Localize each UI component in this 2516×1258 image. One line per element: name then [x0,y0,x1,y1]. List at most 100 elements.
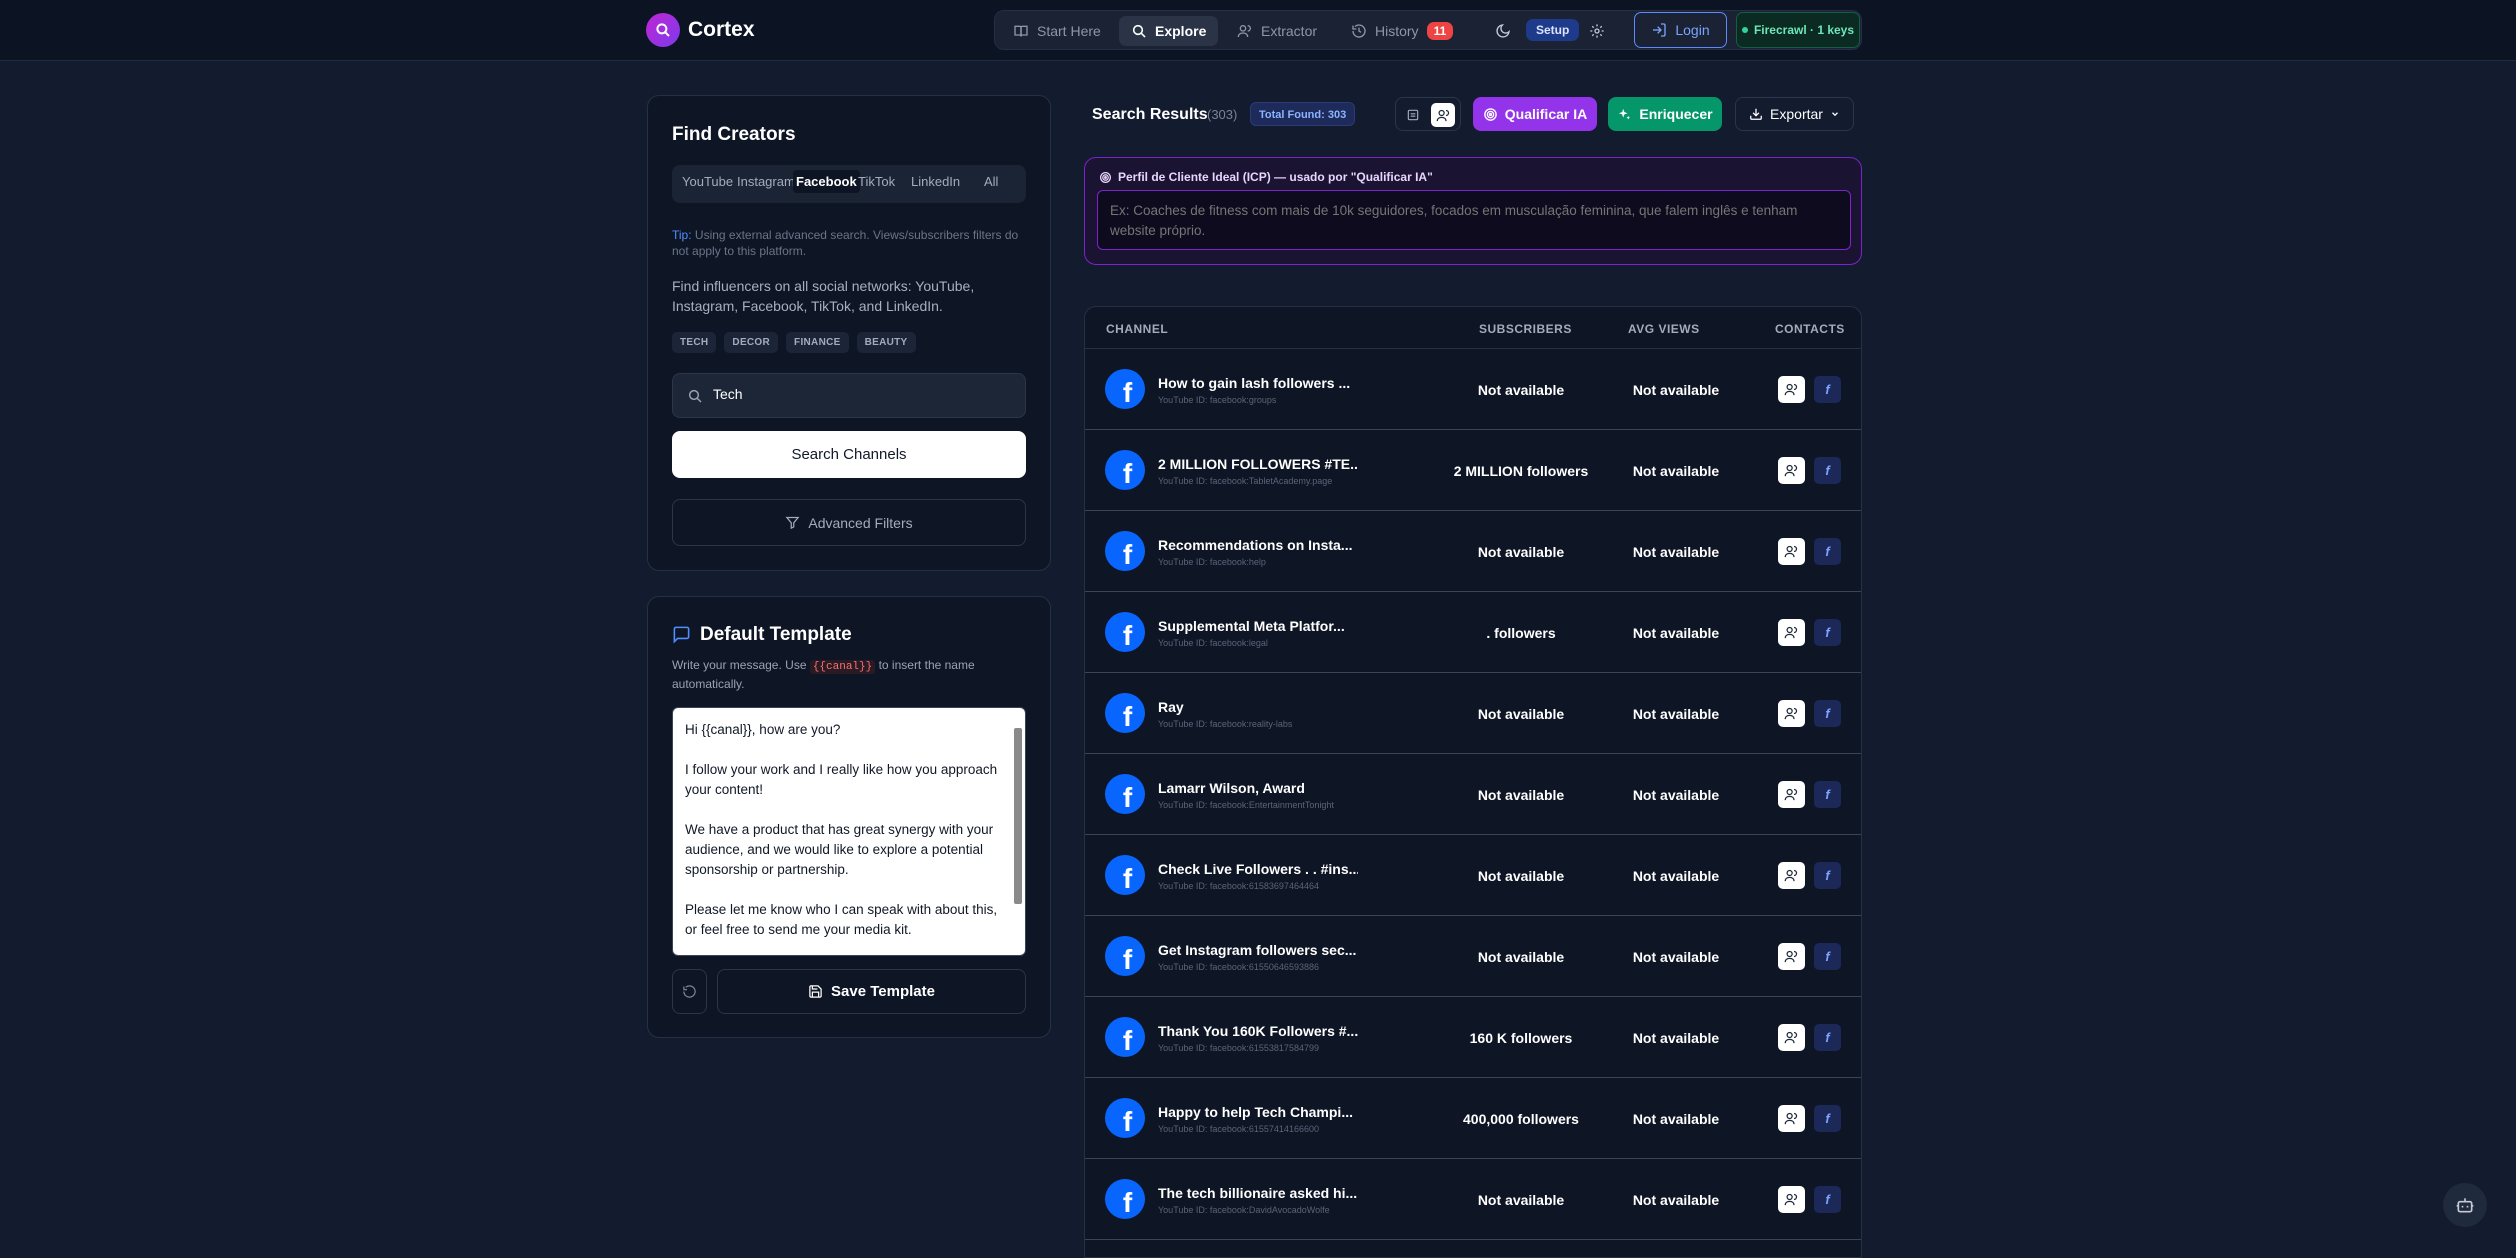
facebook-link-button[interactable]: f [1814,376,1841,403]
column-avg-views[interactable]: AVG VIEWS [1628,322,1700,336]
tag-beauty[interactable]: BEAUTY [856,332,916,353]
table-row[interactable]: f Recommendations on Insta... YouTube ID: … [1085,511,1861,592]
channel-name[interactable]: Get Instagram followers sec... [1158,942,1358,958]
tab-youtube[interactable]: YouTube [682,174,733,189]
users-icon [1784,1112,1798,1125]
results-title: Search Results [1092,106,1208,123]
channel-name[interactable]: The tech billionaire asked hi... [1158,1185,1358,1201]
channel-name[interactable]: Happy to help Tech Champi... [1158,1104,1358,1120]
search-channels-button[interactable]: Search Channels [672,431,1026,478]
column-channel[interactable]: CHANNEL [1106,322,1168,336]
tab-linkedin[interactable]: LinkedIn [911,174,960,189]
table-row[interactable]: f How to gain lash followers ... YouTube I… [1085,349,1861,430]
channel-id: YouTube ID: facebook:reality-labs [1158,719,1293,729]
table-row[interactable]: f Check Live Followers . . #ins... YouTube… [1085,835,1861,916]
facebook-link-button[interactable]: f [1814,619,1841,646]
app-logo[interactable]: Cortex [646,13,755,47]
facebook-link-button[interactable]: f [1814,781,1841,808]
template-title: Default Template [700,624,852,645]
facebook-link-button[interactable]: f [1814,862,1841,889]
channel-name[interactable]: Thank You 160K Followers #... [1158,1023,1358,1039]
facebook-link-button[interactable]: f [1814,1186,1841,1213]
contacts-button[interactable] [1778,457,1805,484]
tab-facebook[interactable]: Facebook [793,170,860,193]
template-textarea[interactable]: Hi {{canal}}, how are you? I follow your… [672,707,1026,956]
facebook-link-button[interactable]: f [1814,943,1841,970]
facebook-link-button[interactable]: f [1814,1105,1841,1132]
channel-name[interactable]: Supplemental Meta Platfor... [1158,618,1358,634]
export-button[interactable]: Exportar [1735,97,1854,131]
channel-name[interactable]: 2 MILLION FOLLOWERS #TE... [1158,456,1358,472]
tab-tiktok[interactable]: TikTok [858,174,895,189]
table-row[interactable]: f 2 MILLION FOLLOWERS #TE... YouTube ID: f… [1085,430,1861,511]
facebook-avatar-icon: f [1105,1098,1145,1138]
theme-toggle[interactable] [1483,16,1523,46]
channel-id: YouTube ID: facebook:EntertainmentTonigh… [1158,800,1334,810]
qualify-ai-button[interactable]: Qualificar IA [1473,97,1597,131]
contacts-button[interactable] [1778,862,1805,889]
contacts-button[interactable] [1778,943,1805,970]
table-row[interactable]: f Happy to help Tech Champi... YouTube ID:… [1085,1078,1861,1159]
template-scrollbar[interactable] [1013,712,1023,952]
tag-tech[interactable]: TECH [672,332,717,353]
nav-explore[interactable]: Explore [1119,16,1219,46]
contacts-button[interactable] [1778,538,1805,565]
facebook-icon: f [1825,463,1830,478]
contacts-button[interactable] [1778,619,1805,646]
setup-button[interactable]: Setup [1526,19,1580,41]
channel-name[interactable]: How to gain lash followers ... [1158,375,1358,391]
contacts-button[interactable] [1778,1186,1805,1213]
contacts-view-button[interactable] [1431,103,1455,127]
facebook-icon: f [1825,1111,1830,1126]
enrich-button[interactable]: Enriquecer [1608,97,1722,131]
advanced-filters-button[interactable]: Advanced Filters [672,499,1026,546]
tab-instagram[interactable]: Instagram [737,174,795,189]
contacts-button[interactable] [1778,781,1805,808]
reset-template-button[interactable] [672,969,707,1014]
channel-search-input[interactable] [713,386,1003,402]
facebook-avatar-icon: f [1105,1017,1145,1057]
facebook-link-button[interactable]: f [1814,457,1841,484]
channel-name[interactable]: Ray [1158,699,1358,715]
contacts-button[interactable] [1778,1105,1805,1132]
icp-textarea[interactable] [1098,191,1850,249]
channel-name[interactable]: Recommendations on Insta... [1158,537,1358,553]
settings-button[interactable] [1577,16,1617,46]
firecrawl-status[interactable]: Firecrawl · 1 keys [1736,12,1860,48]
table-row[interactable]: f Ray YouTube ID: facebook:reality-labs Not… [1085,673,1861,754]
save-template-button[interactable]: Save Template [717,969,1026,1014]
users-icon [1784,545,1798,558]
facebook-avatar-icon: f [1105,936,1145,976]
login-button[interactable]: Login [1634,12,1727,48]
facebook-link-button[interactable]: f [1814,538,1841,565]
facebook-icon: f [1825,1192,1830,1207]
table-row[interactable]: f Lamarr Wilson, Award YouTube ID: faceboo… [1085,754,1861,835]
column-contacts[interactable]: CONTACTS [1775,322,1845,336]
nav-history[interactable]: History 11 [1339,16,1465,46]
tag-finance[interactable]: FINANCE [786,332,849,353]
moon-icon [1496,24,1510,38]
table-row[interactable]: f Thank You 160K Followers #... YouTube ID… [1085,997,1861,1078]
contacts-button[interactable] [1778,700,1805,727]
table-row[interactable]: f The tech billionaire asked hi... YouTube… [1085,1159,1861,1240]
table-row[interactable]: f Supplemental Meta Platfor... YouTube ID:… [1085,592,1861,673]
icp-field[interactable] [1097,190,1851,250]
template-body[interactable]: Hi {{canal}}, how are you? I follow your… [685,720,1003,940]
list-view-button[interactable] [1401,103,1425,127]
assistant-bot-button[interactable] [2443,1183,2487,1227]
nav-extractor[interactable]: Extractor [1225,16,1329,46]
channel-search-field[interactable] [672,373,1026,418]
facebook-link-button[interactable]: f [1814,1024,1841,1051]
table-row[interactable]: f Get Instagram followers sec... YouTube I… [1085,916,1861,997]
column-subscribers[interactable]: SUBSCRIBERS [1479,322,1572,336]
contacts-button[interactable] [1778,1024,1805,1051]
tab-all[interactable]: All [984,174,998,189]
facebook-link-button[interactable]: f [1814,700,1841,727]
book-icon [1014,25,1028,37]
nav-start-here[interactable]: Start Here [1001,16,1113,46]
tag-decor[interactable]: DECOR [724,332,779,353]
channel-name[interactable]: Lamarr Wilson, Award [1158,780,1358,796]
channel-name[interactable]: Check Live Followers . . #ins... [1158,861,1358,877]
contacts-button[interactable] [1778,376,1805,403]
subscribers-value: Not available [1477,1191,1565,1208]
